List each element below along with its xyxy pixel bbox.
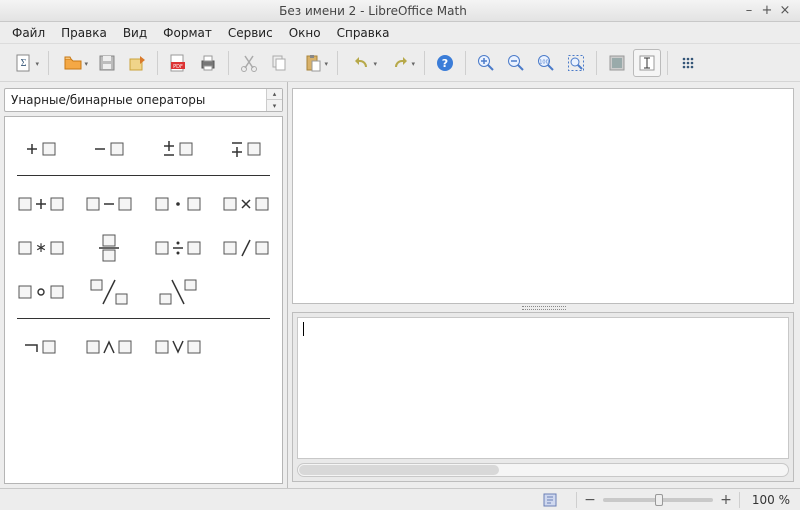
svg-text:100: 100 bbox=[539, 59, 549, 65]
menu-window[interactable]: Окно bbox=[281, 24, 329, 42]
open-button[interactable]: ▾ bbox=[55, 49, 91, 77]
copy-button[interactable] bbox=[265, 49, 293, 77]
horizontal-splitter[interactable] bbox=[288, 304, 800, 312]
svg-text:PDF: PDF bbox=[173, 64, 183, 70]
print-button[interactable] bbox=[194, 49, 222, 77]
op-a-times-b[interactable] bbox=[215, 184, 277, 224]
formula-cursor-button[interactable] bbox=[633, 49, 661, 77]
elements-category-combo[interactable]: Унарные/бинарные операторы ▴▾ bbox=[4, 88, 283, 112]
zoom-fit-button[interactable] bbox=[562, 49, 590, 77]
statusbar: − + 100 % bbox=[0, 488, 800, 510]
window-close-button[interactable]: × bbox=[776, 3, 794, 18]
new-button[interactable]: Σ ▾ bbox=[6, 49, 42, 77]
titlebar: Без имени 2 - LibreOffice Math – + × bbox=[0, 0, 800, 22]
zoom-out-button[interactable] bbox=[502, 49, 530, 77]
spin-up[interactable]: ▴ bbox=[267, 89, 282, 100]
op-a-slash-b[interactable] bbox=[215, 228, 277, 268]
zoom-control: − + bbox=[583, 492, 733, 508]
zoom-minus-button[interactable]: − bbox=[583, 492, 597, 508]
op-minus-a[interactable] bbox=[78, 129, 140, 169]
op-a-or-b[interactable] bbox=[147, 327, 209, 367]
op-minusplus-a[interactable] bbox=[215, 129, 277, 169]
op-not-a[interactable] bbox=[10, 327, 72, 367]
window-minimize-button[interactable]: – bbox=[740, 3, 758, 18]
zoom-percent[interactable]: 100 % bbox=[746, 493, 792, 507]
op-a-circ-b[interactable] bbox=[10, 272, 72, 312]
update-button[interactable] bbox=[603, 49, 631, 77]
zoom-100-button[interactable]: 100 bbox=[532, 49, 560, 77]
op-plusminus-a[interactable] bbox=[147, 129, 209, 169]
cut-button[interactable] bbox=[235, 49, 263, 77]
zoom-plus-button[interactable]: + bbox=[719, 492, 733, 508]
zoom-in-button[interactable] bbox=[472, 49, 500, 77]
editor-hscrollbar[interactable] bbox=[297, 463, 789, 477]
text-caret bbox=[303, 322, 304, 336]
symbols-button[interactable] bbox=[674, 49, 702, 77]
save-button[interactable] bbox=[93, 49, 121, 77]
paste-button[interactable]: ▾ bbox=[295, 49, 331, 77]
elements-grid: ∗ bbox=[4, 116, 283, 484]
zoom-slider-knob[interactable] bbox=[655, 494, 663, 506]
op-a-widebslash-b[interactable] bbox=[147, 272, 209, 312]
commands-editor-frame bbox=[292, 312, 794, 482]
redo-button[interactable]: ▾ bbox=[382, 49, 418, 77]
combo-spinner[interactable]: ▴▾ bbox=[266, 89, 282, 111]
svg-text:?: ? bbox=[442, 57, 448, 70]
window-title: Без имени 2 - LibreOffice Math bbox=[6, 4, 740, 18]
menubar: Файл Правка Вид Формат Сервис Окно Справ… bbox=[0, 22, 800, 44]
zoom-slider[interactable] bbox=[603, 498, 713, 502]
help-button[interactable]: ? bbox=[431, 49, 459, 77]
scrollbar-thumb[interactable] bbox=[299, 465, 499, 475]
menu-file[interactable]: Файл bbox=[4, 24, 53, 42]
op-a-div-b[interactable] bbox=[147, 228, 209, 268]
svg-text:Σ: Σ bbox=[21, 58, 27, 69]
menu-tools[interactable]: Сервис bbox=[220, 24, 281, 42]
menu-format[interactable]: Формат bbox=[155, 24, 220, 42]
op-a-star-b[interactable]: ∗ bbox=[10, 228, 72, 268]
document-modified-icon[interactable] bbox=[542, 492, 560, 508]
formula-preview[interactable] bbox=[292, 88, 794, 304]
menu-edit[interactable]: Правка bbox=[53, 24, 115, 42]
op-a-over-b[interactable] bbox=[78, 228, 140, 268]
op-a-minus-b[interactable] bbox=[78, 184, 140, 224]
export-button[interactable] bbox=[123, 49, 151, 77]
op-a-plus-b[interactable] bbox=[10, 184, 72, 224]
export-pdf-button[interactable]: PDF bbox=[164, 49, 192, 77]
op-a-cdot-b[interactable] bbox=[147, 184, 209, 224]
elements-category-label: Унарные/бинарные операторы bbox=[5, 93, 266, 107]
op-a-wideslash-b[interactable] bbox=[78, 272, 140, 312]
commands-editor[interactable] bbox=[297, 317, 789, 459]
undo-button[interactable]: ▾ bbox=[344, 49, 380, 77]
menu-help[interactable]: Справка bbox=[329, 24, 398, 42]
menu-view[interactable]: Вид bbox=[115, 24, 155, 42]
window-maximize-button[interactable]: + bbox=[758, 3, 776, 18]
op-a-and-b[interactable] bbox=[78, 327, 140, 367]
op-plus-a[interactable] bbox=[10, 129, 72, 169]
spin-down[interactable]: ▾ bbox=[267, 100, 282, 111]
svg-text:∗: ∗ bbox=[35, 240, 47, 256]
elements-panel: Унарные/бинарные операторы ▴▾ bbox=[0, 82, 288, 488]
toolbar: Σ ▾ ▾ PDF ▾ bbox=[0, 44, 800, 82]
